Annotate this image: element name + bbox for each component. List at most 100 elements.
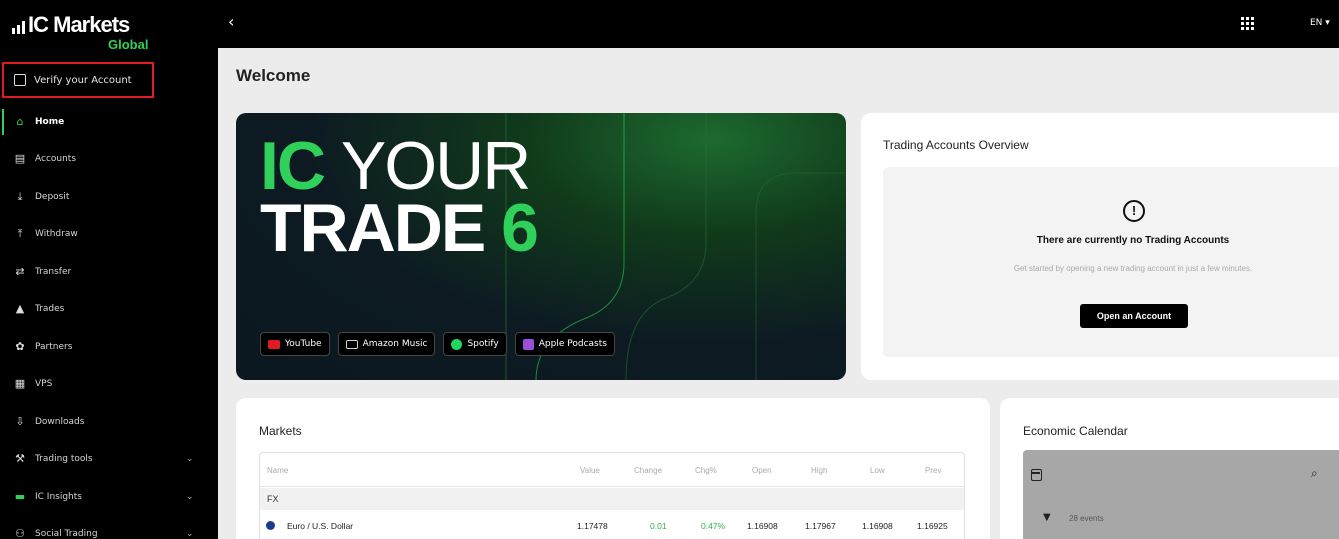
table-row[interactable]: Euro / U.S. Dollar 1.17478 0.01 0.47% 1.… <box>260 511 964 537</box>
sidebar-item-label: Deposit <box>35 191 70 202</box>
spotify-badge[interactable]: Spotify <box>443 332 507 356</box>
card-title: Economic Calendar <box>1023 424 1128 438</box>
chevron-down-icon: ⌄ <box>186 529 194 539</box>
filter-icon[interactable]: ▼ <box>1043 512 1051 523</box>
sidebar-nav: ⌂ Home ▤ Accounts ⤓ Deposit ⤒ Withdraw ⇄… <box>0 103 218 539</box>
sidebar-item-partners[interactable]: ✿ Partners <box>0 328 218 366</box>
sidebar-item-withdraw[interactable]: ⤒ Withdraw <box>0 216 218 254</box>
column-header-value[interactable]: Value <box>580 466 600 475</box>
logo-subtext: Global <box>108 37 149 52</box>
sidebar-item-downloads[interactable]: ⇩ Downloads <box>0 403 218 441</box>
chevron-down-icon: ⌄ <box>186 454 194 465</box>
withdraw-icon: ⤒ <box>17 227 23 241</box>
logo-bars-icon <box>12 20 25 34</box>
eur-usd-flag-icon <box>266 521 275 530</box>
sidebar-item-transfer[interactable]: ⇄ Transfer <box>0 253 218 291</box>
empty-state-title: There are currently no Trading Accounts <box>1036 235 1230 246</box>
table-scrollbar[interactable] <box>964 461 965 539</box>
page-title: Welcome <box>236 66 311 85</box>
logo-text: IC Markets <box>28 12 130 37</box>
chevron-down-icon: ⌄ <box>186 491 194 502</box>
group-label: FX <box>267 494 279 504</box>
sidebar-item-label: Withdraw <box>35 229 78 240</box>
trades-icon: ▲ <box>15 302 25 316</box>
sidebar-item-label: Downloads <box>35 416 85 427</box>
spotify-icon <box>451 338 463 350</box>
cell-high: 1.17967 <box>805 521 836 531</box>
alert-circle-icon: ! <box>1123 200 1145 222</box>
open-account-button[interactable]: Open an Account <box>1080 304 1188 328</box>
cell-chg-pct: 0.47% <box>701 521 726 531</box>
promo-banner[interactable]: IC YOUR TRADE 6 YouTube Amazon Music Spo… <box>236 113 846 380</box>
youtube-icon <box>268 339 280 349</box>
apple-podcasts-badge[interactable]: Apple Podcasts <box>514 332 615 356</box>
sidebar: IC Markets Global Verify your Account ⌂ … <box>0 0 218 539</box>
sidebar-item-label: Home <box>35 116 65 127</box>
sidebar-item-trades[interactable]: ▲ Trades <box>0 291 218 329</box>
top-bar: ‹ EN ▾ <box>218 0 1339 48</box>
sidebar-item-label: Social Trading <box>35 529 98 539</box>
main-content: Welcome IC YOUR TRADE 6 YouTube Amazon M… <box>218 48 1339 539</box>
cell-prev: 1.16925 <box>917 521 948 531</box>
card-title: Trading Accounts Overview <box>883 138 1029 152</box>
sidebar-item-label: Accounts <box>35 154 77 165</box>
transfer-icon: ⇄ <box>15 264 25 278</box>
badge-label: YouTube <box>285 339 322 349</box>
economic-calendar-card: Economic Calendar ⌕ ▼ 28 events <box>1000 398 1339 539</box>
trading-tools-icon: ⚒ <box>15 452 25 466</box>
sidebar-item-label: Trading tools <box>35 454 93 465</box>
calendar-panel: ⌕ ▼ 28 events <box>1023 450 1339 539</box>
table-group-header: FX <box>260 488 964 510</box>
badge-label: Spotify <box>467 339 499 349</box>
sidebar-item-social-trading[interactable]: ⚇ Social Trading ⌄ <box>0 516 218 539</box>
banner-trade-text: TRADE <box>260 190 486 266</box>
search-icon[interactable]: ⌕ <box>1311 466 1318 481</box>
sidebar-item-label: IC Insights <box>35 491 82 502</box>
banner-number-text: 6 <box>501 190 539 266</box>
table-header: Name Value Change Chg% Open High Low Pre… <box>260 453 964 487</box>
column-header-prev[interactable]: Prev <box>925 466 941 475</box>
events-count: 28 events <box>1069 514 1104 523</box>
sidebar-item-deposit[interactable]: ⤓ Deposit <box>0 178 218 216</box>
downloads-icon: ⇩ <box>15 414 25 428</box>
column-header-high[interactable]: High <box>811 466 827 475</box>
sidebar-item-accounts[interactable]: ▤ Accounts <box>0 141 218 179</box>
banner-headline-line2: TRADE 6 <box>260 194 539 262</box>
vps-icon: ▦ <box>14 377 26 391</box>
sidebar-item-label: Partners <box>35 341 73 352</box>
cell-name: Euro / U.S. Dollar <box>287 521 354 531</box>
home-icon: ⌂ <box>16 114 24 128</box>
verify-account-button[interactable]: Verify your Account <box>2 62 154 98</box>
apple-podcasts-icon <box>522 338 534 350</box>
column-header-low[interactable]: Low <box>870 466 885 475</box>
amazon-music-icon <box>345 339 358 349</box>
sidebar-item-trading-tools[interactable]: ⚒ Trading tools ⌄ <box>0 441 218 479</box>
column-header-open[interactable]: Open <box>752 466 772 475</box>
sidebar-item-label: Transfer <box>35 266 72 277</box>
column-header-chg-pct[interactable]: Chg% <box>695 466 717 475</box>
cell-value: 1.17478 <box>577 521 608 531</box>
verify-account-label: Verify your Account <box>34 74 132 86</box>
cell-open: 1.16908 <box>747 521 778 531</box>
badge-label: Apple Podcasts <box>538 339 607 349</box>
sidebar-item-ic-insights[interactable]: ▬ IC Insights ⌄ <box>0 478 218 516</box>
cell-low: 1.16908 <box>862 521 893 531</box>
markets-card: Markets Name Value Change Chg% Open High… <box>236 398 990 539</box>
calendar-icon[interactable] <box>1031 469 1042 481</box>
accounts-icon: ▤ <box>14 152 26 166</box>
sidebar-item-vps[interactable]: ▦ VPS <box>0 366 218 404</box>
language-selector[interactable]: EN ▾ <box>1310 18 1330 28</box>
column-header-name[interactable]: Name <box>267 466 288 475</box>
markets-table: Name Value Change Chg% Open High Low Pre… <box>259 452 965 539</box>
sidebar-item-label: Trades <box>35 304 65 315</box>
column-header-change[interactable]: Change <box>634 466 662 475</box>
sidebar-item-home[interactable]: ⌂ Home <box>0 103 218 141</box>
ic-markets-logo[interactable]: IC Markets Global <box>12 10 152 54</box>
collapse-sidebar-button[interactable]: ‹ <box>228 12 234 31</box>
apps-grid-icon[interactable] <box>1241 17 1254 30</box>
empty-state-subtitle: Get started by opening a new trading acc… <box>1013 264 1253 273</box>
amazon-music-badge[interactable]: Amazon Music <box>337 332 436 356</box>
social-trading-icon: ⚇ <box>15 527 25 539</box>
youtube-badge[interactable]: YouTube <box>260 332 330 356</box>
badge-label: Amazon Music <box>362 339 428 349</box>
